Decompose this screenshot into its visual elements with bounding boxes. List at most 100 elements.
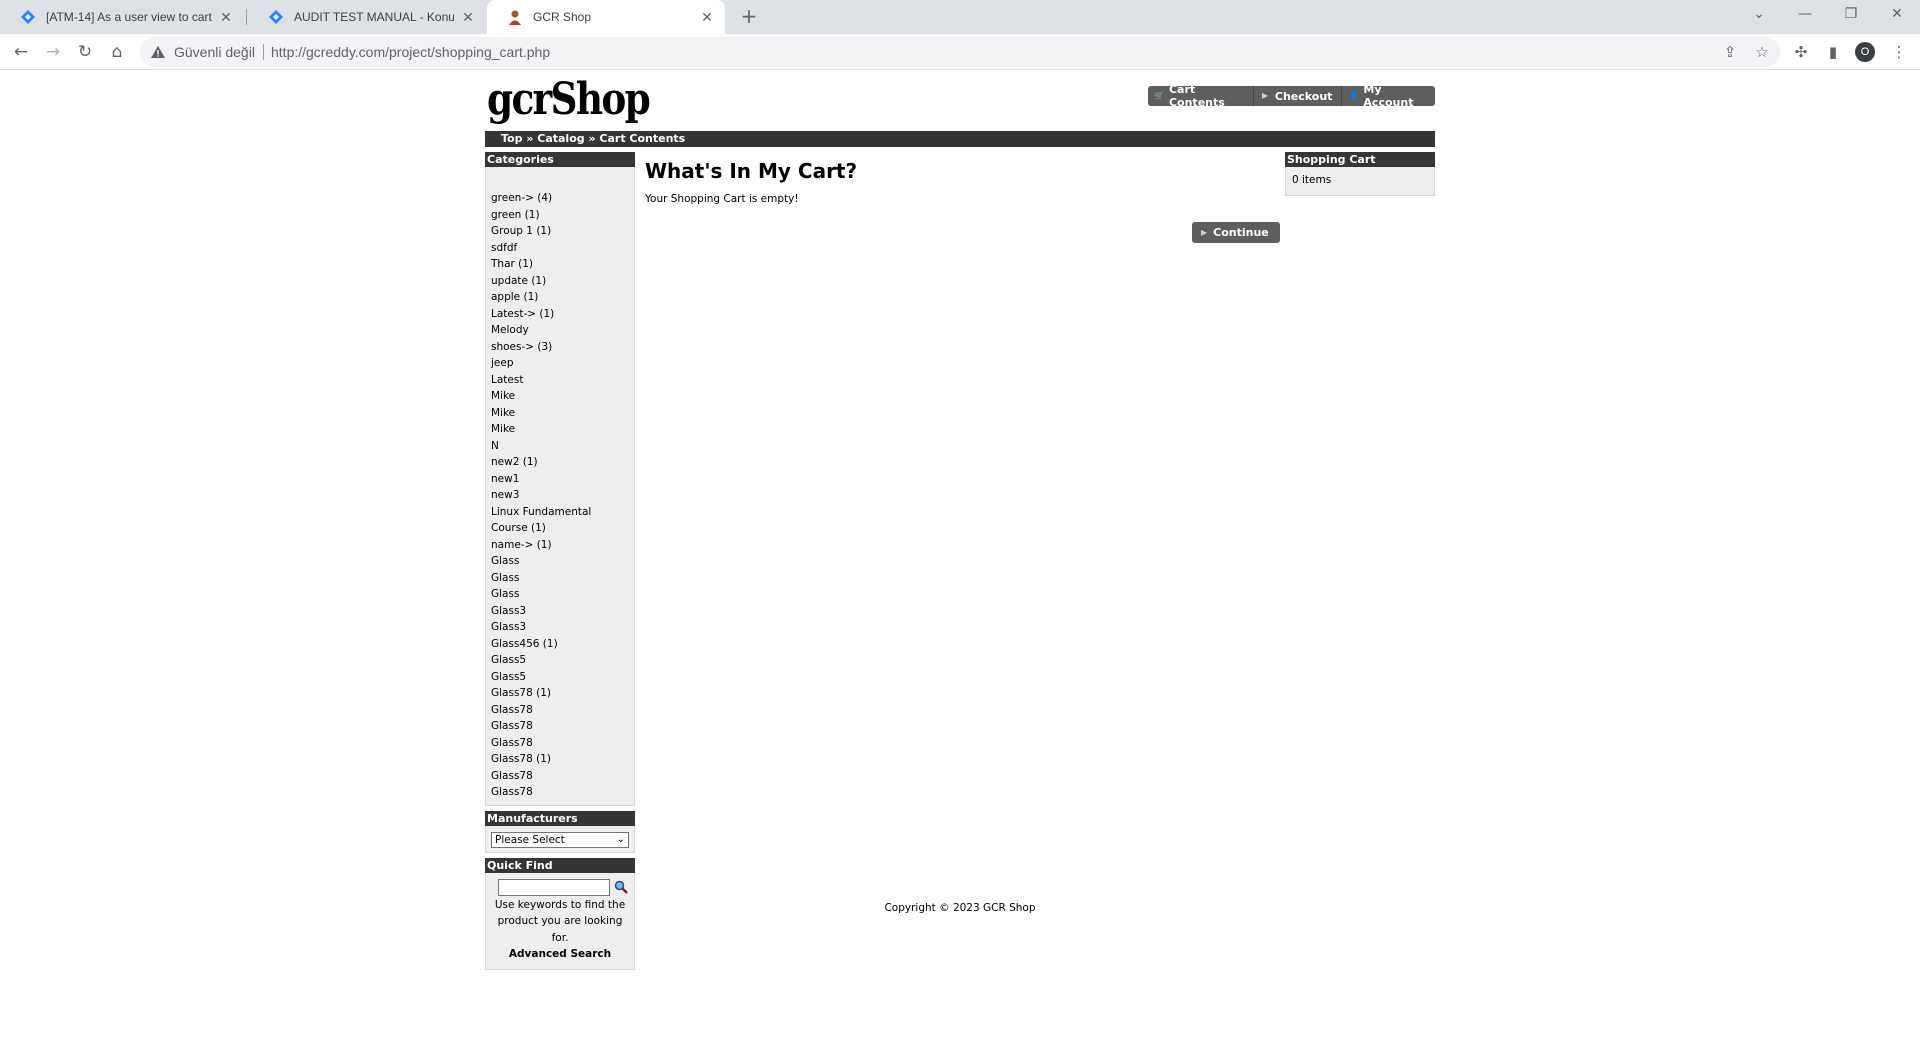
right-column: Shopping Cart 0 items bbox=[1285, 152, 1435, 196]
menu-kebab-icon[interactable]: ⋮ bbox=[1888, 41, 1910, 63]
breadcrumb-catalog[interactable]: Catalog bbox=[537, 132, 584, 145]
footer-copyright: Copyright © 2023 GCR Shop bbox=[884, 902, 1036, 914]
jira-diamond-icon bbox=[21, 10, 35, 24]
category-link[interactable]: jeep bbox=[491, 355, 634, 372]
tab-title: [ATM-14] As a user view to cart c bbox=[46, 10, 212, 24]
category-link[interactable]: Glass456 (1) bbox=[491, 636, 634, 653]
close-tab-icon[interactable]: ✕ bbox=[218, 9, 234, 25]
tab-title: GCR Shop bbox=[533, 10, 592, 24]
shopping-cart-heading[interactable]: Shopping Cart bbox=[1285, 152, 1435, 167]
category-link[interactable]: Melody bbox=[491, 322, 634, 339]
category-link[interactable]: Group 1 (1) bbox=[491, 223, 634, 240]
side-panel-icon[interactable]: ▮ bbox=[1822, 41, 1844, 63]
warning-icon bbox=[151, 46, 165, 58]
back-icon[interactable]: ← bbox=[7, 38, 35, 66]
category-link[interactable]: Latest-> (1) bbox=[491, 306, 634, 323]
tab-title: AUDIT TEST MANUAL - Konular - bbox=[294, 10, 454, 24]
site-logo[interactable]: gcrShop bbox=[487, 74, 651, 125]
category-link[interactable]: update (1) bbox=[491, 273, 634, 290]
url-text[interactable]: http://gcreddy.com/project/shopping_cart… bbox=[271, 44, 550, 60]
advanced-search-link[interactable]: Advanced Search bbox=[490, 946, 630, 963]
main-content: What's In My Cart? Your Shopping Cart is… bbox=[645, 152, 1280, 243]
search-icon[interactable] bbox=[614, 880, 628, 894]
category-link[interactable]: Mike bbox=[491, 405, 634, 422]
category-link[interactable]: name-> (1) bbox=[491, 537, 634, 554]
tab-atm-14[interactable]: [ATM-14] As a user view to cart c ✕ bbox=[0, 0, 244, 34]
triangle-right-icon: ▶ bbox=[1201, 228, 1208, 237]
my-account-button[interactable]: 👤 My Account bbox=[1342, 83, 1435, 109]
categories-heading: Categories bbox=[485, 152, 635, 167]
category-link[interactable]: Glass5 bbox=[491, 669, 634, 686]
category-link[interactable]: Glass78 bbox=[491, 718, 634, 735]
reload-icon[interactable]: ↻ bbox=[71, 38, 99, 66]
category-link[interactable]: Thar (1) bbox=[491, 256, 634, 273]
category-link[interactable]: Glass bbox=[491, 570, 634, 587]
category-link[interactable]: new2 (1) bbox=[491, 454, 634, 471]
category-link[interactable]: Linux Fundamental bbox=[491, 504, 634, 521]
category-link[interactable]: shoes-> (3) bbox=[491, 339, 634, 356]
cart-contents-button[interactable]: 🛒 Cart Contents bbox=[1148, 83, 1254, 109]
category-link[interactable]: green (1) bbox=[491, 207, 634, 224]
empty-cart-message: Your Shopping Cart is empty! bbox=[645, 193, 799, 205]
category-link[interactable]: new3 bbox=[491, 487, 634, 504]
insecure-label[interactable]: Güvenli değil bbox=[174, 44, 255, 60]
category-link[interactable]: Glass3 bbox=[491, 619, 634, 636]
quick-find-input[interactable] bbox=[498, 878, 610, 896]
category-link[interactable]: Glass bbox=[491, 553, 634, 570]
category-link[interactable]: Course (1) bbox=[491, 520, 634, 537]
checkout-button[interactable]: ▶ Checkout bbox=[1253, 86, 1343, 106]
share-icon[interactable]: ⇪ bbox=[1719, 41, 1741, 63]
category-link[interactable]: Mike bbox=[491, 421, 634, 438]
category-link[interactable]: Glass78 (1) bbox=[491, 751, 634, 768]
minimize-icon[interactable]: — bbox=[1782, 0, 1828, 30]
new-tab-button[interactable]: + bbox=[736, 4, 762, 30]
category-link[interactable]: Latest bbox=[491, 372, 634, 389]
category-link[interactable]: Glass78 bbox=[491, 702, 634, 719]
continue-button[interactable]: ▶ Continue bbox=[1192, 222, 1280, 243]
category-link[interactable]: sdfdf bbox=[491, 240, 634, 257]
category-link[interactable]: apple (1) bbox=[491, 289, 634, 306]
browser-tab-bar: [ATM-14] As a user view to cart c ✕ AUDI… bbox=[0, 0, 1920, 34]
category-link[interactable]: Glass78 bbox=[491, 784, 634, 801]
tab-audit-test-manual[interactable]: AUDIT TEST MANUAL - Konular - ✕ bbox=[248, 0, 486, 34]
category-link[interactable]: Glass5 bbox=[491, 652, 634, 669]
breadcrumb: Top » Catalog » Cart Contents bbox=[485, 131, 1435, 147]
breadcrumb-current[interactable]: Cart Contents bbox=[599, 132, 685, 145]
left-column: Categories green-> (4) green (1) Group 1 (… bbox=[485, 152, 635, 970]
tab-gcr-shop[interactable]: GCR Shop ✕ bbox=[487, 0, 725, 34]
bookmark-star-icon[interactable]: ☆ bbox=[1751, 41, 1773, 63]
manufacturers-select[interactable]: Please Select ⌄ bbox=[491, 831, 629, 848]
triangle-right-icon: ▶ bbox=[1261, 91, 1268, 100]
breadcrumb-separator: » bbox=[522, 132, 538, 145]
tab-separator bbox=[246, 9, 247, 25]
forward-icon[interactable]: → bbox=[39, 38, 67, 66]
jira-diamond-icon bbox=[269, 10, 283, 24]
close-tab-icon[interactable]: ✕ bbox=[460, 9, 476, 25]
category-link[interactable]: Glass3 bbox=[491, 603, 634, 620]
restore-icon[interactable]: ❐ bbox=[1828, 0, 1874, 30]
category-link[interactable]: Glass78 (1) bbox=[491, 685, 634, 702]
breadcrumb-separator: » bbox=[584, 132, 600, 145]
extensions-puzzle-icon[interactable]: ✣ bbox=[1790, 41, 1812, 63]
browser-toolbar: ← → ↻ ⌂ Güvenli değil http://gcreddy.com… bbox=[0, 34, 1920, 70]
profile-avatar[interactable]: O bbox=[1855, 42, 1875, 62]
category-link[interactable]: Mike bbox=[491, 388, 634, 405]
checkout-label: Checkout bbox=[1274, 89, 1333, 103]
person-icon: 👤 bbox=[1348, 91, 1359, 100]
home-icon[interactable]: ⌂ bbox=[103, 38, 131, 66]
shopping-cart-box: 0 items bbox=[1285, 167, 1435, 196]
category-link[interactable]: new1 bbox=[491, 471, 634, 488]
address-bar[interactable]: Güvenli değil http://gcreddy.com/project… bbox=[140, 37, 1780, 67]
manufacturers-box: Please Select ⌄ bbox=[485, 825, 635, 853]
category-link[interactable]: Glass78 bbox=[491, 768, 634, 785]
header-buttons: 🛒 Cart Contents ▶ Checkout 👤 My Account bbox=[1148, 83, 1435, 109]
category-link[interactable]: Glass78 bbox=[491, 735, 634, 752]
manufacturers-selected-value: Please Select bbox=[495, 833, 565, 846]
breadcrumb-top[interactable]: Top bbox=[501, 132, 522, 145]
category-link[interactable]: N bbox=[491, 438, 634, 455]
category-link[interactable]: green-> (4) bbox=[491, 190, 634, 207]
tab-search-icon[interactable]: ⌄ bbox=[1736, 0, 1782, 30]
close-window-icon[interactable]: ✕ bbox=[1874, 0, 1920, 30]
close-tab-icon[interactable]: ✕ bbox=[699, 9, 715, 25]
category-link[interactable]: Glass bbox=[491, 586, 634, 603]
